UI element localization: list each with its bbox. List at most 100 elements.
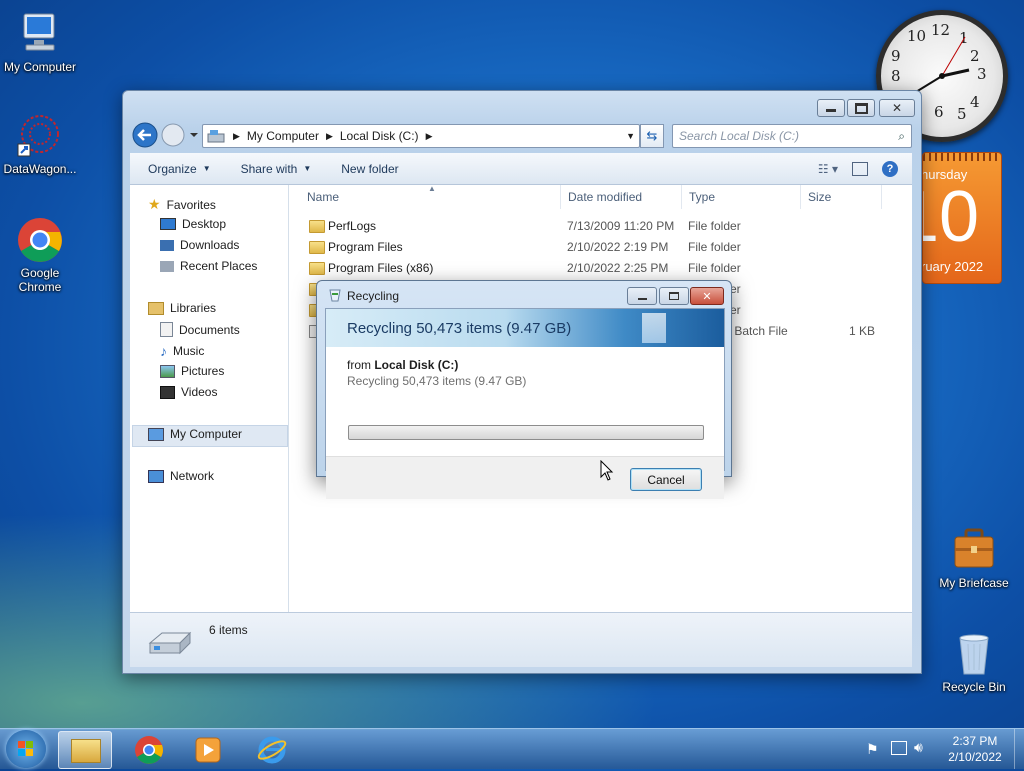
folder-icon: [71, 739, 101, 763]
videos-icon: [160, 385, 175, 399]
calendar-gadget[interactable]: hursday 10 ruary 2022: [922, 152, 1002, 284]
cancel-button[interactable]: Cancel: [630, 468, 702, 491]
calendar-day: 10: [923, 177, 980, 257]
table-row[interactable]: PerfLogs 7/13/2009 11:20 PM File folder: [289, 216, 912, 237]
organize-label: Organize: [148, 161, 197, 176]
desktop-icon-my-computer[interactable]: My Computer: [0, 10, 80, 74]
nav-label: Network: [170, 469, 215, 483]
nav-downloads[interactable]: Downloads: [160, 238, 239, 252]
nav-label: Music: [173, 344, 205, 358]
file-type: File folder: [688, 240, 741, 254]
dialog-footer: Cancel: [326, 456, 724, 499]
desktop-icon-datawagon[interactable]: DataWagon...: [0, 112, 80, 176]
desktop-icon-recycle-bin[interactable]: Recycle Bin: [934, 630, 1014, 694]
dialog-heading: Recycling 50,473 items (9.47 GB): [347, 320, 572, 337]
start-button[interactable]: [6, 730, 46, 768]
back-button[interactable]: [132, 122, 158, 148]
maximize-icon: [854, 102, 868, 114]
recycling-dialog[interactable]: Recycling ✕ Recycling 50,473 items (9.47…: [316, 280, 732, 499]
search-input[interactable]: Search Local Disk (C:): [679, 129, 799, 143]
desktop-icon-label: Recycle Bin: [942, 680, 1006, 694]
taskbar: ⚑ 🔊︎ 2:37 PM 2/10/2022: [0, 728, 1024, 769]
system-clock[interactable]: 2:37 PM 2/10/2022: [938, 733, 1012, 765]
address-bar[interactable]: ▶ My Computer ▶ Local Disk (C:) ▶ ▼: [202, 124, 640, 148]
breadcrumb-separator-icon: ▶: [425, 130, 433, 141]
drive-location-icon: [207, 130, 225, 143]
forward-button[interactable]: [161, 123, 185, 147]
table-row[interactable]: Program Files (x86) 2/10/2022 2:25 PM Fi…: [289, 258, 912, 279]
column-header-size[interactable]: Size: [800, 185, 882, 209]
column-label: Type: [689, 190, 716, 204]
taskbar-chrome[interactable]: [124, 731, 176, 767]
view-options-icon[interactable]: ☷ ▾: [818, 162, 838, 176]
maximize-icon: [669, 292, 679, 300]
nav-label: Desktop: [182, 217, 227, 231]
table-row[interactable]: Program Files 2/10/2022 2:19 PM File fol…: [289, 237, 912, 258]
nav-my-computer[interactable]: My Computer: [148, 427, 242, 441]
drive-icon: [148, 631, 192, 655]
volume-icon[interactable]: 🔊︎: [914, 739, 923, 756]
column-header-type[interactable]: Type: [681, 185, 801, 209]
taskbar-media-player[interactable]: [182, 731, 234, 767]
file-type: File folder: [688, 219, 741, 233]
close-button[interactable]: ✕: [879, 99, 915, 117]
nav-videos[interactable]: Videos: [160, 385, 217, 399]
show-desktop-button[interactable]: [1014, 729, 1024, 769]
nav-desktop[interactable]: Desktop: [160, 217, 226, 231]
help-icon[interactable]: ?: [882, 160, 898, 177]
file-type: File folder: [688, 261, 741, 275]
item-count: 6 items: [209, 623, 248, 637]
dialog-minimize-button[interactable]: [627, 287, 657, 305]
file-name: Program Files: [328, 240, 403, 254]
progress-detail: Recycling 50,473 items (9.47 GB): [347, 374, 527, 388]
datawagon-icon: [16, 112, 64, 160]
computer-icon: [148, 427, 164, 441]
column-label: Date modified: [568, 190, 643, 204]
recent-places-icon: [160, 260, 174, 272]
search-icon[interactable]: ⌕: [898, 129, 905, 144]
new-folder-label: New folder: [341, 161, 399, 176]
breadcrumb-separator-icon: ▶: [325, 130, 333, 141]
nav-network[interactable]: Network: [148, 469, 214, 483]
share-with-button[interactable]: Share with ▼: [241, 162, 312, 176]
new-folder-button[interactable]: New folder: [341, 162, 398, 176]
action-center-flag-icon[interactable]: ⚑: [866, 741, 879, 758]
desktop-icon-google-chrome[interactable]: Google Chrome: [0, 216, 80, 294]
nav-music[interactable]: ♪ Music: [160, 343, 204, 359]
close-icon: ✕: [702, 290, 712, 303]
briefcase-icon: [950, 526, 998, 574]
preview-pane-icon[interactable]: [852, 161, 868, 176]
taskbar-explorer[interactable]: [58, 731, 112, 769]
nav-libraries[interactable]: Libraries: [148, 301, 216, 315]
nav-label: Favorites: [166, 197, 216, 212]
file-name: Program Files (x86): [328, 261, 434, 275]
search-box[interactable]: Search Local Disk (C:) ⌕: [672, 124, 912, 148]
nav-favorites[interactable]: ★ Favorites: [148, 196, 216, 213]
source-location: Local Disk (C:): [374, 358, 459, 372]
dialog-maximize-button[interactable]: [659, 287, 689, 305]
breadcrumb-my-computer[interactable]: My Computer: [247, 129, 319, 143]
desktop-icon-my-briefcase[interactable]: My Briefcase: [934, 526, 1014, 590]
network-tray-icon[interactable]: [891, 741, 907, 755]
nav-buttons: [132, 122, 198, 148]
breadcrumb-local-disk[interactable]: Local Disk (C:): [340, 129, 419, 143]
taskbar-internet-explorer[interactable]: [246, 731, 298, 767]
breadcrumb-separator-icon: ▶: [233, 130, 240, 141]
folder-icon: [309, 262, 325, 275]
from-label: from: [347, 358, 371, 372]
minimize-button[interactable]: [817, 99, 845, 117]
refresh-button[interactable]: ⇆: [640, 124, 664, 148]
nav-documents[interactable]: Documents: [160, 322, 240, 337]
address-dropdown-icon[interactable]: ▼: [626, 131, 635, 141]
minimize-icon: [826, 109, 836, 112]
file-date: 2/10/2022 2:19 PM: [567, 240, 669, 254]
nav-recent-places[interactable]: Recent Places: [160, 259, 257, 273]
dialog-close-button[interactable]: ✕: [690, 287, 724, 305]
recent-pages-icon[interactable]: [190, 133, 198, 137]
nav-pictures[interactable]: Pictures: [160, 364, 224, 378]
maximize-button[interactable]: [847, 99, 875, 117]
organize-button[interactable]: Organize ▼: [148, 162, 211, 176]
animation-glyph: [642, 313, 666, 343]
column-header-date[interactable]: Date modified: [560, 185, 682, 209]
file-date: 7/13/2009 11:20 PM: [567, 219, 675, 233]
